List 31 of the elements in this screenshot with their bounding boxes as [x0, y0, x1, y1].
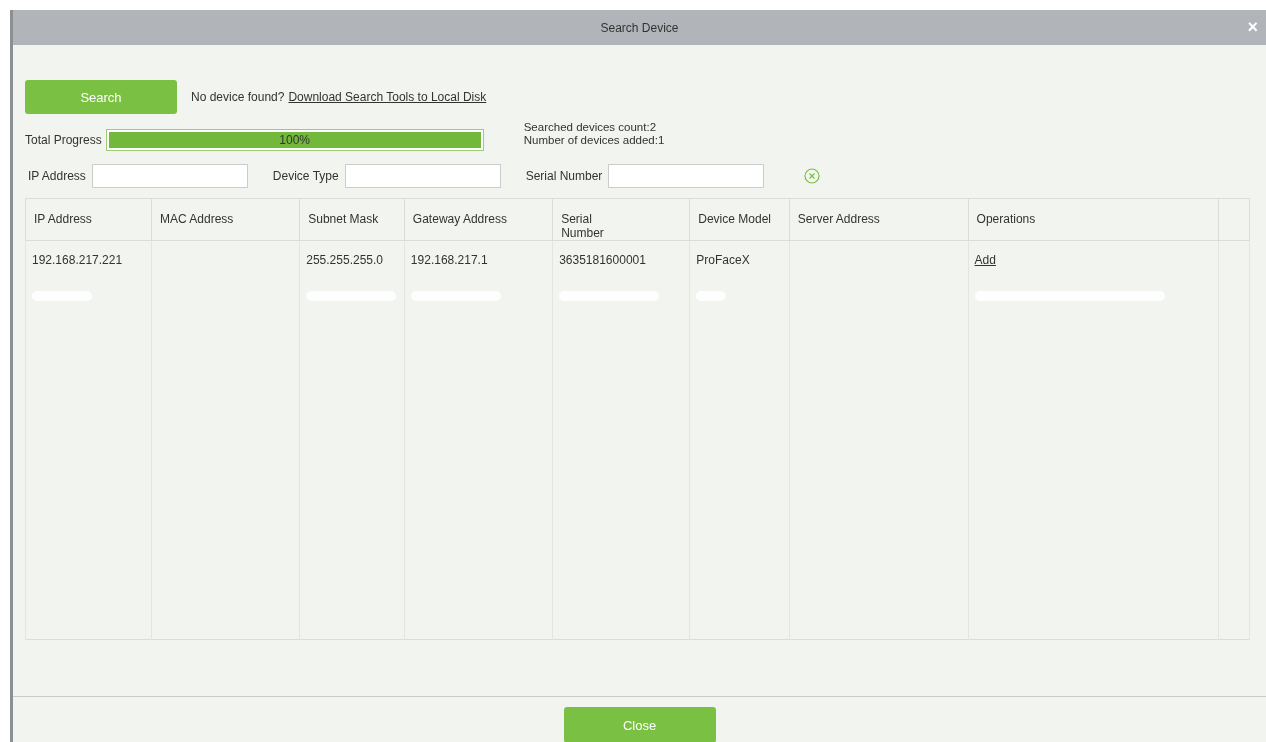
input-field[interactable]	[91, 164, 248, 188]
close-dialog-button[interactable]: Close	[563, 707, 716, 742]
column-header: Subnet Mask	[308, 212, 380, 226]
column-header: MAC Address	[159, 212, 235, 226]
column-header: Serial Number	[561, 212, 605, 240]
progress-reading: 100%	[279, 133, 311, 147]
column-header: Device Model	[698, 212, 772, 226]
input-field[interactable]	[344, 164, 501, 188]
input-field[interactable]	[608, 164, 765, 188]
hint-text: No device found?	[191, 90, 285, 104]
window-title: Search Device	[600, 20, 679, 35]
column-header: IP Address	[34, 212, 93, 226]
progress-label: Total Progress	[25, 133, 102, 147]
table-cell: 192.168.217.1	[410, 253, 488, 267]
download-link[interactable]: Download Search Tools to Local Disk	[288, 90, 487, 104]
field-label: Device Type	[272, 169, 339, 183]
column-header: Operations	[976, 212, 1037, 226]
field-label: Serial Number	[525, 169, 603, 183]
table-cell: 255.255.255.0	[306, 253, 383, 267]
table-cell: 192.168.217.221	[32, 253, 123, 267]
stats-text: Number of devices added:1	[523, 134, 665, 147]
clear-icon[interactable]	[804, 168, 821, 184]
stats-text: Searched devices count:2	[523, 121, 658, 134]
table-cell: ProFaceX	[696, 253, 750, 267]
add-link[interactable]: Add	[974, 253, 996, 267]
field-label: IP Address	[28, 169, 86, 183]
search-button[interactable]: Search	[25, 80, 177, 114]
close-button[interactable]: ×	[1243, 18, 1262, 36]
column-header: Gateway Address	[412, 212, 508, 226]
table-cell: 3635181600001	[559, 253, 646, 267]
column-header: Server Address	[797, 212, 881, 226]
